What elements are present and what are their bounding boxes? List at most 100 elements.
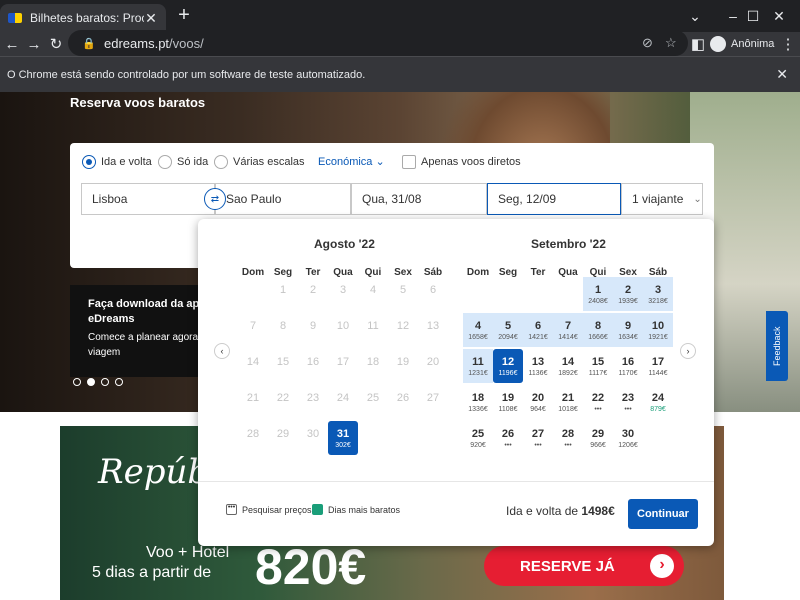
radio-label: Ida e volta <box>101 156 152 168</box>
return-date-field[interactable]: Seg, 12/09 <box>487 183 621 215</box>
day-number: 4 <box>474 320 482 332</box>
carousel-dot[interactable] <box>73 378 81 386</box>
calendar-day[interactable]: 11 1231€ <box>463 349 493 383</box>
day-price: 1658€ <box>468 334 488 341</box>
prev-month-button[interactable]: ‹ <box>214 343 230 359</box>
calendar-day[interactable]: 3 3218€ <box>643 277 673 311</box>
day-number: 23 <box>621 392 635 404</box>
calendar-day[interactable]: 30 1206€ <box>613 421 643 455</box>
day-number: 30 <box>306 428 320 440</box>
calendar-day[interactable]: 21 1018€ <box>553 385 583 419</box>
calendar-day[interactable]: 22 ••• <box>583 385 613 419</box>
tracking-off-eye-icon[interactable]: ⊘ <box>642 35 653 51</box>
banner-line1: Voo + Hotel <box>146 544 230 561</box>
calendar-day[interactable]: 23 ••• <box>613 385 643 419</box>
legend-search-prices[interactable]: ••• Pesquisar preços <box>226 504 312 515</box>
tab-strip: Bilhetes baratos: Procura e reserv ✕ + ⌄… <box>0 0 800 32</box>
calendar-day[interactable]: 7 1414€ <box>553 313 583 347</box>
menu-kebab-icon[interactable]: ⋮ <box>776 32 800 56</box>
calendar-day[interactable]: 2 1939€ <box>613 277 643 311</box>
radio-one-way[interactable]: Só ida <box>158 155 208 169</box>
calendar-day[interactable]: 18 1336€ <box>463 385 493 419</box>
calendar-day[interactable]: 14 1892€ <box>553 349 583 383</box>
cabin-class-dropdown[interactable]: Económica ⌄ <box>318 155 385 168</box>
feedback-tab[interactable]: Feedback <box>766 311 788 381</box>
day-number: 26 <box>501 428 515 440</box>
calendar-day: 26 <box>388 385 418 419</box>
calendar-day[interactable]: 27 ••• <box>523 421 553 455</box>
day-number: 17 <box>336 356 350 368</box>
calendar-day[interactable]: 28 ••• <box>553 421 583 455</box>
calendar-day: 16 <box>298 349 328 383</box>
calendar-day[interactable]: 9 1634€ <box>613 313 643 347</box>
radio-multi-city[interactable]: Várias escalas <box>214 155 305 169</box>
close-window-button[interactable]: ✕ <box>758 0 800 32</box>
day-price: 302€ <box>335 442 351 449</box>
calendar-day[interactable]: 12 1196€ <box>493 349 523 383</box>
calendar-day[interactable]: 1 2408€ <box>583 277 613 311</box>
tab-search-chevron-icon[interactable]: ⌄ <box>680 0 710 32</box>
calendar-day: 24 <box>328 385 358 419</box>
new-tab-button[interactable]: + <box>174 5 194 26</box>
calendar-day: 3 <box>328 277 358 311</box>
depart-date-field[interactable]: Qua, 31/08 <box>351 183 487 215</box>
legend-label: Pesquisar preços <box>242 504 312 515</box>
next-month-button[interactable]: › <box>680 343 696 359</box>
chevron-down-icon: ⌄ <box>693 193 702 205</box>
calendar-day[interactable]: 6 1421€ <box>523 313 553 347</box>
calendar-day[interactable]: 26 ••• <box>493 421 523 455</box>
day-number: 25 <box>366 392 380 404</box>
day-number: 10 <box>651 320 665 332</box>
carousel-dot-active[interactable] <box>87 378 95 386</box>
origin-field[interactable]: Lisboa <box>81 183 215 215</box>
day-number: 25 <box>471 428 485 440</box>
carousel-dot[interactable] <box>101 378 109 386</box>
day-number: 1 <box>279 284 287 296</box>
calendar-day[interactable]: 15 1117€ <box>583 349 613 383</box>
calendar-day[interactable]: 17 1144€ <box>643 349 673 383</box>
calendar-day[interactable]: 29 966€ <box>583 421 613 455</box>
calendar-day[interactable]: 4 1658€ <box>463 313 493 347</box>
direct-flights-checkbox[interactable]: Apenas voos diretos <box>402 155 521 169</box>
calendar-day: 7 <box>238 313 268 347</box>
calendar-day[interactable]: 8 1666€ <box>583 313 613 347</box>
address-bar[interactable]: 🔒 edreams.pt/voos/ ⊘ ☆ <box>68 30 688 56</box>
checkbox-label: Apenas voos diretos <box>421 156 521 168</box>
profile-chip[interactable]: Anônima <box>710 32 774 56</box>
forward-arrow-icon[interactable]: → <box>22 32 46 56</box>
calendar-day[interactable]: 16 1170€ <box>613 349 643 383</box>
app-download-promo[interactable]: Faça download da ap eDreams Comece a pla… <box>70 285 200 377</box>
day-number: 10 <box>336 320 350 332</box>
infobar-close-icon[interactable]: ✕ <box>776 66 788 83</box>
calendar-day[interactable]: 31 302€ <box>328 421 358 455</box>
calendar-day: 1 <box>268 277 298 311</box>
continue-button[interactable]: Continuar <box>628 499 698 529</box>
side-panel-icon[interactable]: ◧ <box>686 32 710 56</box>
day-price: 1892€ <box>558 370 578 377</box>
calendar-day[interactable]: 13 1136€ <box>523 349 553 383</box>
browser-tab[interactable]: Bilhetes baratos: Procura e reserv ✕ <box>0 4 166 32</box>
radio-round-trip[interactable]: Ida e volta <box>82 155 152 169</box>
swap-airports-button[interactable]: ⇄ <box>204 188 226 210</box>
day-number: 15 <box>591 356 605 368</box>
bookmark-star-icon[interactable]: ☆ <box>665 35 677 51</box>
automation-infobar: O Chrome está sendo controlado por um so… <box>0 56 800 92</box>
carousel-dot[interactable] <box>115 378 123 386</box>
calendar-day[interactable]: 5 2094€ <box>493 313 523 347</box>
day-number: 11 <box>472 356 484 368</box>
calendar-day[interactable]: 19 1108€ <box>493 385 523 419</box>
travellers-dropdown[interactable]: 1 viajante ⌄ <box>621 183 703 215</box>
calendar-day[interactable]: 25 920€ <box>463 421 493 455</box>
calendar-day[interactable]: 20 964€ <box>523 385 553 419</box>
day-number: 17 <box>651 356 665 368</box>
reserve-button[interactable]: RESERVE JÁ › <box>484 546 684 586</box>
reload-icon[interactable]: ↻ <box>44 32 68 56</box>
lock-icon: 🔒 <box>82 37 96 50</box>
calendar-day[interactable]: 10 1921€ <box>643 313 673 347</box>
calendar-day[interactable]: 24 879€ <box>643 385 673 419</box>
day-number: 28 <box>561 428 575 440</box>
close-tab-icon[interactable]: ✕ <box>144 10 158 27</box>
back-arrow-icon[interactable]: ← <box>0 32 24 56</box>
day-number: 22 <box>276 392 290 404</box>
destination-field[interactable]: Sao Paulo <box>215 183 351 215</box>
